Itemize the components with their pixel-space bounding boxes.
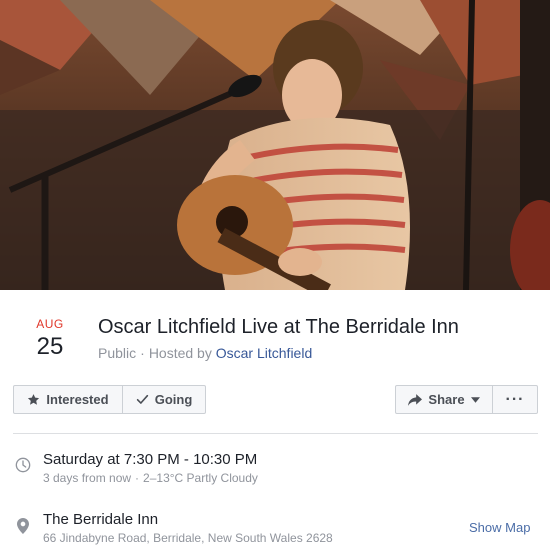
event-cover-photo[interactable] (0, 0, 550, 290)
share-label: Share (428, 392, 465, 407)
weather-forecast: 2–13°C Partly Cloudy (143, 471, 258, 485)
more-options-button[interactable]: ··· (492, 386, 537, 413)
cover-photo-image (0, 0, 550, 290)
show-map-link[interactable]: Show Map (469, 520, 530, 535)
event-time: Saturday at 7:30 PM - 10:30 PM (43, 451, 258, 468)
going-label: Going (154, 392, 193, 407)
venue-address: 66 Jindabyne Road, Berridale, New South … (43, 531, 333, 545)
rsvp-button-group: Interested Going (13, 385, 206, 414)
event-page: AUG 25 Oscar Litchfield Live at The Berr… (0, 0, 550, 557)
event-time-details: 3 days from now · 2–13°C Partly Cloudy (43, 471, 258, 485)
share-button-group: Share ··· (395, 385, 538, 414)
section-divider (13, 433, 538, 434)
interested-button[interactable]: Interested (14, 386, 122, 413)
event-privacy: Public (98, 345, 137, 361)
check-icon (136, 393, 149, 406)
event-subtitle: Public · Hosted by Oscar Litchfield (98, 345, 312, 361)
share-arrow-icon (408, 393, 423, 406)
going-button[interactable]: Going (122, 386, 205, 413)
relative-time: 3 days from now (43, 471, 132, 485)
event-day: 25 (36, 333, 64, 360)
location-pin-icon (17, 518, 29, 534)
clock-icon (15, 457, 31, 473)
event-month: AUG (36, 317, 64, 331)
hosted-by-prefix: Hosted by (148, 345, 212, 361)
interested-label: Interested (46, 392, 109, 407)
chevron-down-icon (470, 396, 480, 403)
subtitle-separator: · (140, 345, 145, 361)
venue-name[interactable]: The Berridale Inn (43, 511, 158, 528)
time-separator: · (135, 471, 140, 485)
event-date: AUG 25 (28, 316, 72, 362)
star-icon (27, 393, 40, 406)
share-button[interactable]: Share (396, 386, 492, 413)
host-link[interactable]: Oscar Litchfield (216, 345, 312, 361)
event-title: Oscar Litchfield Live at The Berridale I… (98, 316, 459, 338)
